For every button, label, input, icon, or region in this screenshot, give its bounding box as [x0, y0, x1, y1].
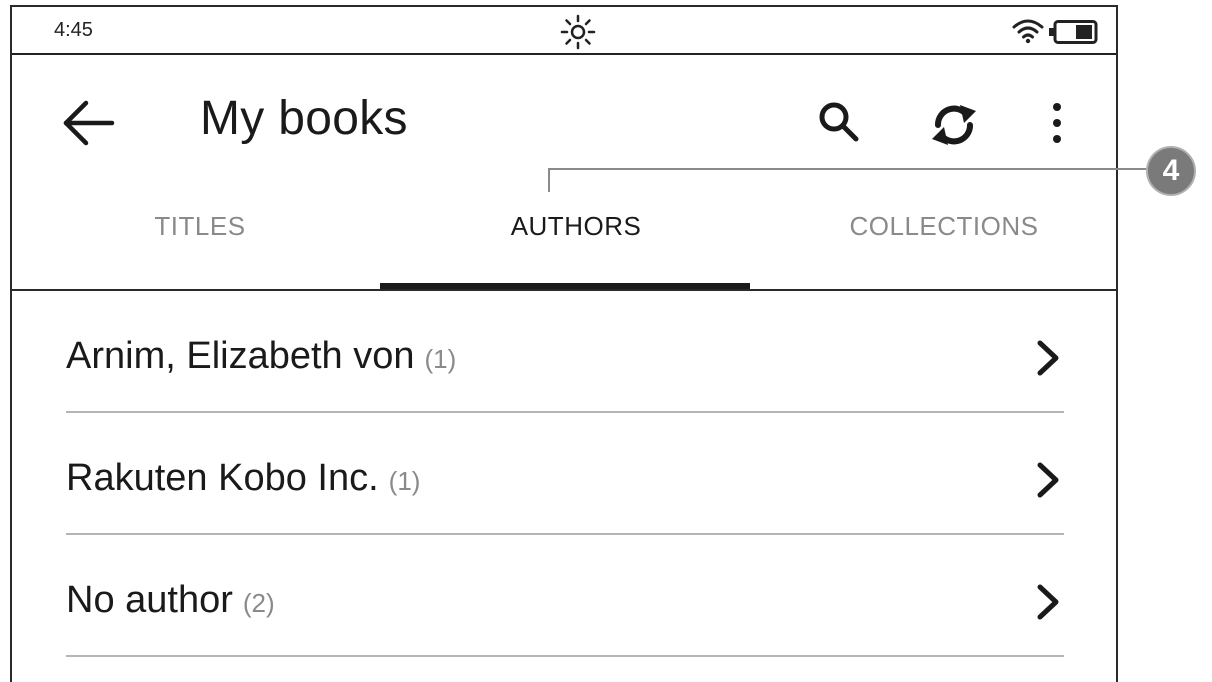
list-divider: [66, 655, 1064, 657]
search-icon[interactable]: [812, 95, 868, 151]
list-item[interactable]: Rakuten Kobo Inc. (1): [12, 413, 1116, 535]
arrow-left-icon[interactable]: [58, 95, 118, 151]
author-name-container: No author (2): [66, 579, 275, 622]
tab-authors[interactable]: AUTHORS: [476, 211, 676, 242]
callout-leader-horizontal: [548, 168, 1148, 170]
more-vertical-icon[interactable]: [1042, 95, 1072, 151]
list-item[interactable]: Arnim, Elizabeth von (1): [12, 291, 1116, 413]
author-name-container: Arnim, Elizabeth von (1): [66, 335, 456, 378]
wifi-icon: [1012, 19, 1044, 44]
callout-leader-vertical: [548, 168, 550, 192]
chevron-right-icon: [1037, 584, 1059, 620]
chevron-right-icon: [1037, 340, 1059, 376]
book-count: (2): [242, 588, 275, 618]
status-bar: 4:45: [12, 7, 1116, 55]
callout-badge: 4: [1148, 148, 1194, 194]
author-name: No author: [66, 579, 233, 621]
chevron-right-icon: [1037, 462, 1059, 498]
sun-icon[interactable]: [560, 14, 596, 50]
author-name-container: Rakuten Kobo Inc. (1): [66, 457, 420, 500]
header: My books: [12, 55, 1116, 175]
tab-collections[interactable]: COLLECTIONS: [824, 211, 1064, 242]
book-count: (1): [388, 466, 421, 496]
book-count: (1): [424, 344, 457, 374]
page-title: My books: [200, 92, 408, 145]
list-item[interactable]: No author (2): [12, 535, 1116, 657]
device-screen: 4:45 My books TITLES AUTHORS COLLECTIONS…: [10, 5, 1118, 682]
status-time: 4:45: [54, 19, 93, 41]
author-name: Arnim, Elizabeth von: [66, 335, 415, 377]
author-name: Rakuten Kobo Inc.: [66, 457, 379, 499]
author-list: Arnim, Elizabeth von (1) Rakuten Kobo Inc…: [12, 291, 1116, 657]
tab-bar: TITLES AUTHORS COLLECTIONS: [12, 197, 1116, 289]
sync-icon[interactable]: [922, 95, 986, 155]
battery-icon: [1049, 20, 1098, 44]
tab-titles[interactable]: TITLES: [100, 211, 300, 242]
